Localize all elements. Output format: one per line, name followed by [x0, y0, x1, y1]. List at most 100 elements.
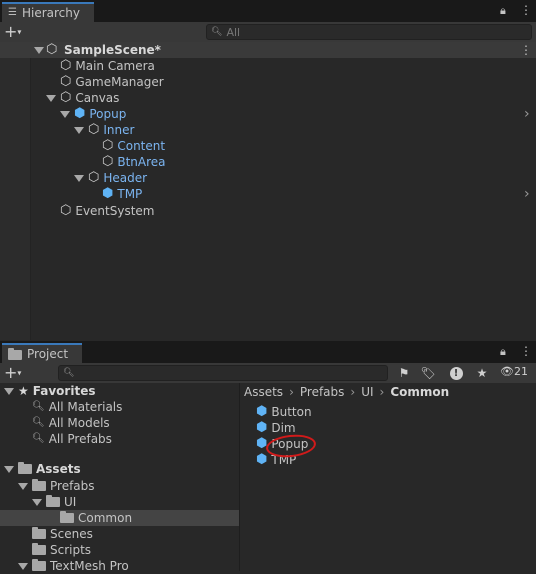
gameobject-cube-icon: ⬡ — [88, 170, 100, 185]
project-asset-panel: Assets › Prefabs › UI › Common ⬢ Button … — [240, 383, 536, 571]
prefab-cube-icon: ⬢ — [256, 452, 268, 467]
asset-item[interactable]: ⬢ Dim — [256, 420, 296, 436]
gameobject-cube-icon: ⬡ — [60, 203, 72, 218]
hierarchy-tab[interactable]: ☰ Hierarchy — [2, 2, 94, 22]
gameobject-cube-icon: ⬡ — [102, 138, 114, 153]
gameobject-cube-icon: ⬡ — [60, 58, 72, 73]
hierarchy-item-tmp[interactable]: ⬢ TMP — [102, 186, 142, 202]
gameobject-cube-icon: ⬡ — [60, 90, 72, 105]
breadcrumb-item[interactable]: UI — [361, 385, 373, 399]
hierarchy-item-canvas[interactable]: ⬡ Canvas — [46, 90, 119, 106]
expand-arrow[interactable] — [74, 126, 84, 134]
folder-icon — [60, 511, 74, 523]
search-icon: 🔍︎ — [211, 27, 223, 37]
hidden-packages-toggle[interactable]: 👁︎ 21 — [500, 365, 528, 378]
create-button[interactable]: +▾ — [4, 22, 21, 43]
search-by-label-button[interactable]: 🏷︎ — [418, 364, 438, 382]
hierarchy-gutter — [0, 42, 31, 340]
lock-icon[interactable]: 🔒︎ — [500, 4, 506, 18]
hierarchy-tab-label: Hierarchy — [21, 6, 80, 20]
breadcrumb-item[interactable]: Assets — [244, 385, 283, 399]
prefab-cube-icon: ⬢ — [74, 106, 86, 121]
open-prefab-chevron-icon[interactable]: › — [524, 106, 530, 122]
breadcrumb-separator: › — [350, 385, 356, 399]
scenes-folder[interactable]: Scenes — [32, 526, 93, 542]
hierarchy-tabbar: ☰ Hierarchy 🔒︎ ⋮ — [0, 0, 536, 23]
warning-icon: ! — [449, 366, 463, 380]
folder-icon — [32, 527, 46, 539]
favorite-item[interactable]: 🔍︎ All Materials — [32, 399, 122, 415]
expand-arrow[interactable] — [74, 174, 84, 182]
favorite-item[interactable]: 🔍︎ All Prefabs — [32, 431, 112, 447]
hierarchy-item-content[interactable]: ⬡ Content — [102, 138, 165, 154]
folder-icon — [32, 559, 46, 571]
star-icon: ★ — [18, 384, 29, 398]
more-menu-icon[interactable]: ⋮ — [520, 344, 532, 358]
breadcrumb-separator: › — [379, 385, 385, 399]
hierarchy-item-main-camera[interactable]: ⬡ Main Camera — [60, 58, 155, 74]
unity-scene-icon: ⬡ — [46, 42, 58, 57]
scene-row[interactable]: ⬡ SampleScene* ⋮ — [0, 42, 536, 58]
favorite-star-button[interactable]: ★ — [472, 364, 492, 382]
search-by-importlog-button[interactable]: ! — [446, 364, 466, 382]
expand-arrow[interactable] — [32, 498, 42, 506]
asset-item[interactable]: ⬢ Button — [256, 404, 312, 420]
breadcrumb-item[interactable]: Common — [390, 385, 449, 399]
hidden-count: 21 — [513, 365, 528, 378]
prefab-cube-icon: ⬢ — [102, 186, 114, 201]
project-tab[interactable]: Project — [2, 343, 82, 363]
expand-arrow[interactable] — [18, 562, 28, 570]
hierarchy-item-gamemanager[interactable]: ⬡ GameManager — [60, 74, 164, 90]
prefab-cube-icon: ⬢ — [256, 404, 268, 419]
prefabs-folder[interactable]: Prefabs — [18, 478, 95, 494]
favorites-header[interactable]: ★ Favorites — [4, 383, 95, 399]
prefab-cube-icon: ⬢ — [256, 420, 268, 435]
more-menu-icon[interactable]: ⋮ — [520, 3, 532, 17]
expand-arrow[interactable] — [18, 482, 28, 490]
hierarchy-item-btnarea[interactable]: ⬡ BtnArea — [102, 154, 166, 170]
expand-arrow[interactable] — [60, 110, 70, 118]
folder-open-icon — [46, 495, 60, 507]
scene-name: SampleScene* — [64, 43, 161, 57]
project-search-input[interactable]: 🔍︎ — [58, 365, 388, 381]
gameobject-cube-icon: ⬡ — [60, 74, 72, 89]
hierarchy-toolbar: +▾ 🔍︎ All — [0, 22, 536, 43]
search-by-type-button[interactable]: ⚑ — [394, 364, 414, 382]
scene-menu-icon[interactable]: ⋮ — [520, 42, 532, 58]
assets-folder[interactable]: Assets — [4, 461, 81, 477]
scripts-folder[interactable]: Scripts — [32, 542, 91, 558]
hierarchy-item-popup[interactable]: ⬢ Popup — [60, 106, 126, 122]
breadcrumb-separator: › — [289, 385, 294, 399]
expand-arrow[interactable] — [4, 387, 14, 395]
expand-arrow[interactable] — [4, 465, 14, 473]
folder-open-icon — [32, 479, 46, 491]
scene-expand-arrow[interactable] — [34, 47, 44, 54]
list-icon: ☰ — [8, 7, 17, 18]
project-toolbar: +▾ 🔍︎ ⚑ 🏷︎ ! ★ 👁︎ 21 — [0, 363, 536, 384]
ui-folder[interactable]: UI — [32, 494, 76, 510]
eye-hidden-icon: 👁︎ — [500, 365, 514, 378]
search-icon: 🔍︎ — [32, 433, 45, 444]
folder-icon — [18, 462, 32, 474]
hierarchy-search-input[interactable]: 🔍︎ All — [206, 24, 532, 40]
breadcrumb: Assets › Prefabs › UI › Common — [244, 385, 449, 399]
project-tabbar: Project 🔒︎ ⋮ — [0, 341, 536, 364]
gameobject-cube-icon: ⬡ — [102, 154, 114, 169]
favorite-item[interactable]: 🔍︎ All Models — [32, 415, 110, 431]
hierarchy-item-header[interactable]: ⬡ Header — [74, 170, 147, 186]
textmesh-pro-folder[interactable]: TextMesh Pro — [18, 558, 129, 574]
search-icon: 🔍︎ — [32, 401, 45, 412]
create-button[interactable]: +▾ — [4, 363, 21, 384]
hierarchy-item-inner[interactable]: ⬡ Inner — [74, 122, 134, 138]
expand-arrow[interactable] — [46, 94, 56, 102]
open-prefab-chevron-icon[interactable]: › — [524, 186, 530, 202]
gameobject-cube-icon: ⬡ — [88, 122, 100, 137]
search-icon: 🔍︎ — [32, 417, 45, 428]
search-icon: 🔍︎ — [63, 368, 75, 378]
lock-icon[interactable]: 🔒︎ — [500, 345, 506, 359]
breadcrumb-item[interactable]: Prefabs — [300, 385, 345, 399]
project-sidebar: ★ Favorites 🔍︎ All Materials 🔍︎ All Mode… — [0, 383, 240, 574]
common-folder[interactable]: Common — [0, 510, 239, 526]
hierarchy-item-eventsystem[interactable]: ⬡ EventSystem — [60, 203, 154, 219]
folder-icon — [32, 543, 46, 555]
